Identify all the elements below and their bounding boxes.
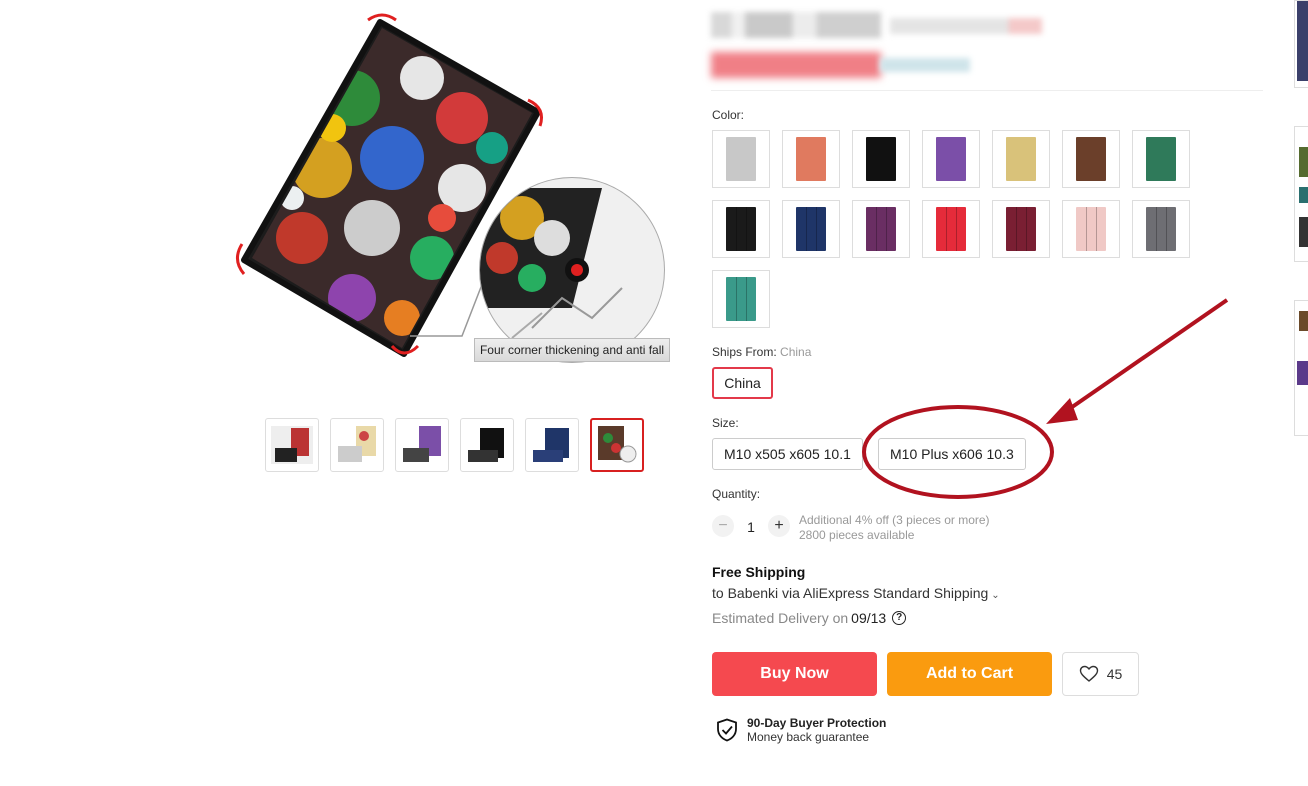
heart-icon xyxy=(1079,665,1098,682)
divider xyxy=(711,90,1263,91)
ships-from-option-china[interactable]: China xyxy=(712,367,773,399)
product-price-blurred xyxy=(711,52,881,78)
case-color-preview xyxy=(1006,137,1036,181)
thumbnail-image xyxy=(468,428,504,462)
case-color-preview xyxy=(796,137,826,181)
available-text: 2800 pieces available xyxy=(799,528,915,542)
color-swatch-8[interactable] xyxy=(712,200,770,258)
ships-from-value: China xyxy=(780,345,812,359)
case-color-preview xyxy=(1006,207,1036,251)
protection-title: 90-Day Buyer Protection xyxy=(747,716,887,730)
color-swatch-5[interactable] xyxy=(992,130,1050,188)
thumbnail-image xyxy=(598,426,637,463)
help-icon[interactable]: ? xyxy=(892,611,907,625)
color-swatch-7[interactable] xyxy=(1132,130,1190,188)
quantity-decrease-button[interactable]: − xyxy=(712,515,734,537)
ships-from-label: Ships From: China xyxy=(712,345,811,359)
shipping-method-text: to Babenki via AliExpress Standard Shipp… xyxy=(712,585,989,601)
color-swatch-1[interactable] xyxy=(712,130,770,188)
shipping-title: Free Shipping xyxy=(712,564,806,580)
case-color-preview xyxy=(936,137,966,181)
quantity-info: Additional 4% off (3 pieces or more) 280… xyxy=(799,513,990,543)
color-swatch-13[interactable] xyxy=(1062,200,1120,258)
thumbnail-4[interactable] xyxy=(460,418,514,472)
thumbnail-image xyxy=(403,426,441,462)
thumbnail-5[interactable] xyxy=(525,418,579,472)
estimated-delivery: Estimated Delivery on 09/13 ? xyxy=(712,610,907,626)
color-swatch-12[interactable] xyxy=(992,200,1050,258)
quantity-increase-button[interactable]: + xyxy=(768,515,790,537)
ships-from-label-text: Ships From: xyxy=(712,345,777,359)
case-color-preview xyxy=(1146,207,1176,251)
tablet-case-illustration xyxy=(236,13,665,363)
product-title-blurred xyxy=(711,12,881,38)
discount-text: Additional 4% off (3 pieces or more) xyxy=(799,513,990,527)
quantity-value[interactable]: 1 xyxy=(744,519,758,535)
color-swatch-15[interactable] xyxy=(712,270,770,328)
sidebar-recommendation-1[interactable] xyxy=(1294,0,1308,88)
product-title-blurred-2 xyxy=(890,18,1042,34)
case-color-preview xyxy=(1076,137,1106,181)
add-to-cart-button[interactable]: Add to Cart xyxy=(887,652,1052,696)
size-label: Size: xyxy=(712,416,739,430)
thumbnail-image xyxy=(338,426,376,462)
buyer-protection: 90-Day Buyer Protection Money back guara… xyxy=(716,716,886,744)
wishlist-button[interactable]: 45 xyxy=(1062,652,1139,696)
size-option-m10[interactable]: M10 x505 x605 10.1 xyxy=(712,438,863,470)
size-option-m10-plus[interactable]: M10 Plus x606 10.3 xyxy=(878,438,1026,470)
color-swatch-10[interactable] xyxy=(852,200,910,258)
delivery-date: 09/13 xyxy=(851,610,887,626)
thumbnail-image xyxy=(533,428,569,462)
product-price-extra-blurred xyxy=(880,58,970,72)
case-color-preview xyxy=(726,137,756,181)
thumbnail-6-selected[interactable] xyxy=(590,418,644,472)
sidebar-recommendation-3[interactable] xyxy=(1294,300,1308,436)
case-color-preview xyxy=(796,207,826,251)
color-swatch-2[interactable] xyxy=(782,130,840,188)
color-swatch-4[interactable] xyxy=(922,130,980,188)
case-color-preview xyxy=(726,277,756,321)
sidebar-recommendation-2[interactable] xyxy=(1294,126,1308,262)
case-color-preview xyxy=(1146,137,1176,181)
case-color-preview xyxy=(1076,207,1106,251)
case-color-preview xyxy=(936,207,966,251)
thumbnail-image xyxy=(271,426,313,464)
thumbnail-2[interactable] xyxy=(330,418,384,472)
color-swatch-6[interactable] xyxy=(1062,130,1120,188)
zoom-caption: Four corner thickening and anti fall xyxy=(474,338,670,362)
color-label: Color: xyxy=(712,108,745,122)
shield-check-icon xyxy=(717,718,737,742)
buy-now-button[interactable]: Buy Now xyxy=(712,652,877,696)
color-swatch-14[interactable] xyxy=(1132,200,1190,258)
case-color-preview xyxy=(726,207,756,251)
protection-subtitle: Money back guarantee xyxy=(747,730,870,744)
case-color-preview xyxy=(866,207,896,251)
color-swatch-11[interactable] xyxy=(922,200,980,258)
quantity-label: Quantity: xyxy=(712,487,761,501)
color-swatch-grid xyxy=(712,130,1202,328)
recommendation-thumbnail xyxy=(1297,1,1308,81)
recommendation-thumbnail xyxy=(1299,147,1308,247)
annotation-arrow-head xyxy=(1046,398,1078,424)
wishlist-count: 45 xyxy=(1106,666,1123,682)
delivery-label: Estimated Delivery on xyxy=(712,610,849,626)
recommendation-thumbnail xyxy=(1297,311,1308,385)
chevron-down-icon[interactable]: ⌄ xyxy=(991,590,999,601)
thumbnail-3[interactable] xyxy=(395,418,449,472)
thumbnail-strip xyxy=(265,418,644,472)
case-color-preview xyxy=(866,137,896,181)
color-swatch-9[interactable] xyxy=(782,200,840,258)
main-product-image[interactable]: Four corner thickening and anti fall xyxy=(232,8,672,370)
shipping-method[interactable]: to Babenki via AliExpress Standard Shipp… xyxy=(712,585,1000,601)
thumbnail-1[interactable] xyxy=(265,418,319,472)
color-swatch-3[interactable] xyxy=(852,130,910,188)
